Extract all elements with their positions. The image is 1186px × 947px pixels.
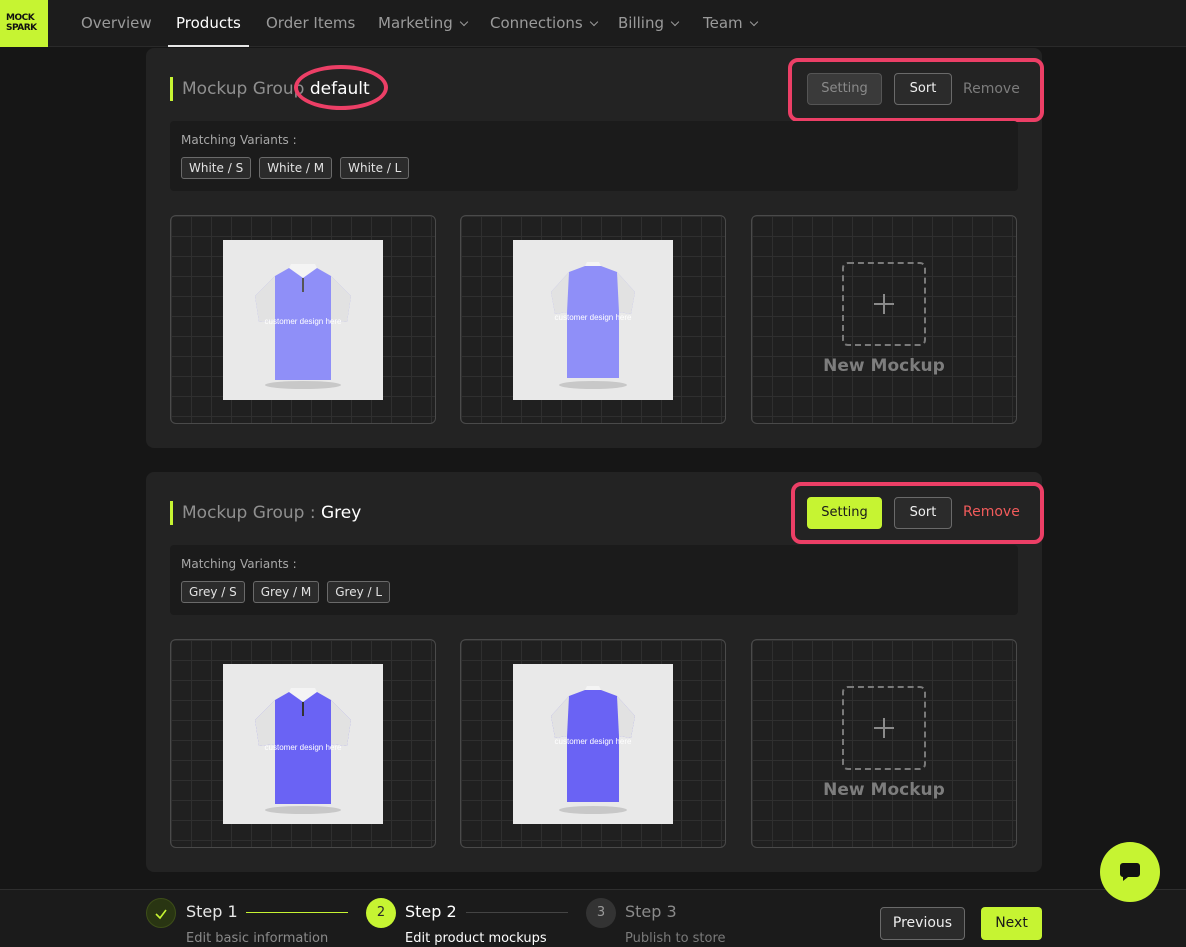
chevron-down-icon: [589, 17, 598, 27]
nav-item-connections[interactable]: Connections: [490, 0, 598, 47]
group-title-prefix: Mockup Group :: [182, 503, 316, 523]
mockup-print-text: customer design here: [265, 317, 342, 326]
new-mockup-card[interactable]: New Mockup: [751, 215, 1017, 424]
new-mockup-label: New Mockup: [823, 780, 945, 800]
step-3-indicator: 3: [586, 898, 616, 928]
stepper-footer: Step 1 Edit basic information 2 Step 2 E…: [0, 889, 1186, 947]
group-name: Grey: [321, 503, 362, 523]
nav-item-products[interactable]: Products: [168, 0, 249, 47]
shirt-back-mockup-image: customer design here: [513, 664, 673, 824]
plus-icon: [842, 686, 926, 770]
shirt-back-mockup-image: customer design here: [513, 240, 673, 400]
mockup-card[interactable]: customer design here: [170, 215, 436, 424]
nav-label: Connections: [490, 14, 583, 32]
new-mockup-card[interactable]: New Mockup: [751, 639, 1017, 848]
previous-button[interactable]: Previous: [880, 907, 965, 940]
mockup-card[interactable]: customer design here: [460, 639, 726, 848]
shirt-front-mockup-image: customer design here: [223, 240, 383, 400]
highlight-annotation: [788, 58, 1044, 122]
variants-label: Matching Variants :: [181, 133, 297, 147]
check-icon: [155, 909, 167, 920]
mockspark-logo[interactable]: MOCK SPARK: [0, 0, 48, 47]
nav-label: Billing: [618, 14, 664, 32]
new-mockup-label: New Mockup: [823, 356, 945, 376]
group-title-prefix: Mockup Group: [182, 79, 305, 99]
nav-label: Overview: [81, 14, 152, 32]
chat-bubble-icon: [1120, 863, 1140, 881]
chevron-down-icon: [749, 17, 758, 27]
mockup-print-text: customer design here: [555, 737, 632, 746]
logo-line-1: MOCK: [6, 13, 35, 23]
step-3-desc: Publish to store: [625, 931, 726, 946]
step-connector: [246, 912, 348, 913]
step-2-desc: Edit product mockups: [405, 931, 547, 946]
variant-chip: Grey / M: [252, 581, 320, 603]
highlight-annotation: [294, 65, 388, 110]
shirt-front-mockup-image: customer design here: [223, 664, 383, 824]
button-label: Next: [995, 915, 1028, 931]
mockup-print-text: customer design here: [555, 313, 632, 322]
step-3-title: Step 3: [625, 902, 677, 921]
variant-chip: White / L: [340, 157, 410, 179]
nav-label: Products: [176, 14, 241, 32]
variant-chip: Grey / L: [327, 581, 391, 603]
group-title: Mockup Group : Grey: [170, 501, 361, 525]
nav-item-team[interactable]: Team: [703, 0, 758, 47]
chevron-down-icon: [459, 17, 469, 27]
step-2-indicator: 2: [366, 898, 396, 928]
mockup-group-default: Mockup Group default Setting Sort Remove…: [146, 48, 1044, 448]
variant-chip: White / M: [259, 157, 333, 179]
next-button[interactable]: Next: [981, 907, 1042, 940]
mockup-card[interactable]: customer design here: [460, 215, 726, 424]
step-1-title: Step 1: [186, 902, 238, 921]
chat-button[interactable]: [1100, 842, 1160, 902]
nav-item-marketing[interactable]: Marketing: [378, 0, 469, 47]
step-connector: [466, 912, 568, 913]
matching-variants-panel: Matching Variants : Grey / S Grey / M Gr…: [170, 545, 1018, 615]
highlight-annotation: [791, 482, 1044, 544]
variant-chips: White / S White / M White / L: [181, 157, 410, 179]
nav-label: Marketing: [378, 14, 453, 32]
step-2-title: Step 2: [405, 902, 457, 921]
plus-icon: [842, 262, 926, 346]
matching-variants-panel: Matching Variants : White / S White / M …: [170, 121, 1018, 191]
nav-label: Order Items: [266, 14, 356, 32]
nav-item-billing[interactable]: Billing: [618, 0, 680, 47]
variant-chip: Grey / S: [181, 581, 245, 603]
logo-line-2: SPARK: [6, 23, 37, 33]
chevron-down-icon: [670, 17, 680, 27]
nav-item-order-items[interactable]: Order Items: [266, 0, 355, 47]
mockup-group-grey: Mockup Group : Grey Setting Sort Remove …: [146, 472, 1044, 872]
mockup-print-text: customer design here: [265, 743, 342, 752]
button-label: Previous: [892, 915, 953, 931]
step-1-indicator: [146, 898, 176, 928]
mockup-card[interactable]: customer design here: [170, 639, 436, 848]
variants-label: Matching Variants :: [181, 557, 297, 571]
nav-item-overview[interactable]: Overview: [81, 0, 152, 47]
variant-chip: White / S: [181, 157, 252, 179]
variant-chips: Grey / S Grey / M Grey / L: [181, 581, 391, 603]
step-1-desc: Edit basic information: [186, 931, 329, 946]
nav-label: Team: [703, 14, 743, 32]
top-navigation: MOCK SPARK Overview Products Order Items…: [0, 0, 1186, 47]
